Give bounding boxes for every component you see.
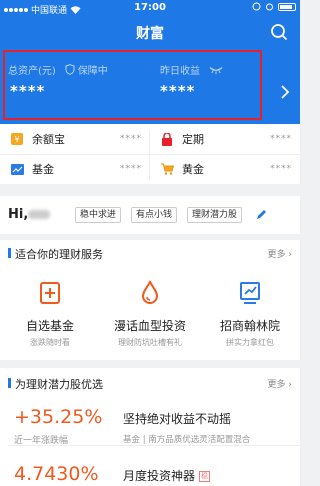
grid-divider	[149, 130, 150, 180]
grid-item-label: 黄金	[182, 163, 204, 176]
profile-tag[interactable]: 有点小钱	[131, 207, 178, 223]
battery-icon	[278, 2, 296, 11]
product-title-row: 月度投资神器稳	[123, 467, 211, 484]
grid-item-gold[interactable]: 黄金 ****	[150, 154, 300, 184]
service-name: 自选基金	[25, 319, 74, 333]
status-bar: 中国联通 17:00	[0, 0, 300, 18]
profile-tag[interactable]: 稳中求进	[75, 207, 122, 223]
search-icon[interactable]	[270, 23, 288, 41]
yesterday-income-label: 昨日收益	[160, 66, 200, 77]
product-return-value: 4.7430%	[14, 463, 99, 485]
service-name: 漫话血型投资	[113, 319, 186, 333]
nav-bar: 财富	[0, 18, 300, 48]
total-assets-label-row: 总资产(元) 保障中	[8, 62, 108, 77]
services-more-link[interactable]: 更多 ›	[268, 247, 292, 260]
blood-drop-icon	[141, 279, 159, 304]
grid-item-value: ****	[270, 164, 292, 174]
yesterday-income-value: ****	[160, 82, 196, 100]
grid-divider	[0, 154, 300, 155]
shield-icon	[65, 64, 75, 75]
product-divider	[8, 445, 300, 446]
chevron-right-icon[interactable]	[280, 85, 290, 99]
total-assets-value: ****	[10, 82, 46, 100]
grid-item-label: 基金	[32, 163, 54, 176]
alarm-icon	[266, 3, 273, 11]
page-title: 财富	[136, 26, 164, 42]
profile-tag[interactable]: 理财潜力股	[187, 207, 243, 223]
potential-header: 为理财潜力股优选 更多 ›	[0, 370, 300, 396]
grid-item-value: ****	[120, 134, 142, 144]
grid-item-label: 定期	[182, 133, 204, 146]
product-title: 坚持绝对收益不动摇	[123, 412, 232, 426]
more-label: 更多	[267, 250, 286, 260]
chart-board-icon	[240, 282, 260, 304]
status-right	[252, 2, 296, 11]
eye-closed-icon[interactable]	[209, 66, 223, 74]
product-return-value: +35.25%	[14, 406, 103, 428]
grid-item-yuebao[interactable]: ¥ 余额宝 ****	[0, 124, 150, 154]
service-item-blood-type[interactable]: 漫话血型投资 理财防坑吐槽有礼	[100, 279, 200, 348]
service-name: 招商翰林院	[219, 319, 280, 333]
product-desc: 基金 | 南方品质优选灵活配置混合	[123, 435, 251, 445]
services-title: 适合你的理财服务	[15, 248, 103, 261]
services-card: 适合你的理财服务 更多 › 自选基金 涨跌随时看 漫话血型投资 理财防坑吐槽有礼…	[0, 240, 300, 360]
product-title: 月度投资神器	[123, 469, 196, 483]
yuebao-icon: ¥	[10, 132, 24, 146]
protect-label: 保障中	[77, 66, 108, 77]
product-badge: 稳	[199, 471, 211, 482]
grid-item-value: ****	[120, 164, 142, 174]
greeting-row: Hi, 稳中求进 有点小钱 理财潜力股	[0, 196, 300, 234]
yesterday-income-label-row: 昨日收益	[160, 62, 223, 77]
service-desc: 理财防坑吐槽有礼	[118, 338, 182, 347]
section-accent-bar	[8, 248, 11, 258]
grid-item-label: 余额宝	[32, 133, 65, 146]
edit-pencil-icon[interactable]	[256, 209, 267, 220]
svg-text:¥: ¥	[14, 135, 19, 144]
fund-chart-icon	[10, 162, 24, 176]
services-header: 适合你的理财服务 更多 ›	[0, 240, 300, 266]
user-name-blurred	[28, 210, 50, 219]
potential-more-link[interactable]: 更多 ›	[268, 377, 292, 390]
plus-doc-icon	[40, 282, 60, 304]
lock-icon	[160, 132, 174, 146]
greeting-hi: Hi,	[8, 207, 29, 222]
total-assets-label: 总资产(元)	[8, 66, 56, 77]
grid-item-fund[interactable]: 基金 ****	[0, 154, 150, 184]
service-desc: 涨跌随时看	[30, 338, 70, 347]
service-item-custom-fund[interactable]: 自选基金 涨跌随时看	[0, 280, 100, 348]
more-label: 更多	[267, 380, 286, 390]
rotation-lock-icon	[252, 2, 261, 11]
service-desc: 拼实力拿红包	[226, 338, 274, 347]
potential-title: 为理财潜力股优选	[15, 378, 103, 391]
grid-item-value: ****	[270, 134, 292, 144]
gold-cart-icon	[160, 162, 174, 176]
service-item-academy[interactable]: 招商翰林院 拼实力拿红包	[200, 280, 300, 348]
grid-item-fixed-term[interactable]: 定期 ****	[150, 124, 300, 154]
section-accent-bar	[8, 378, 11, 388]
